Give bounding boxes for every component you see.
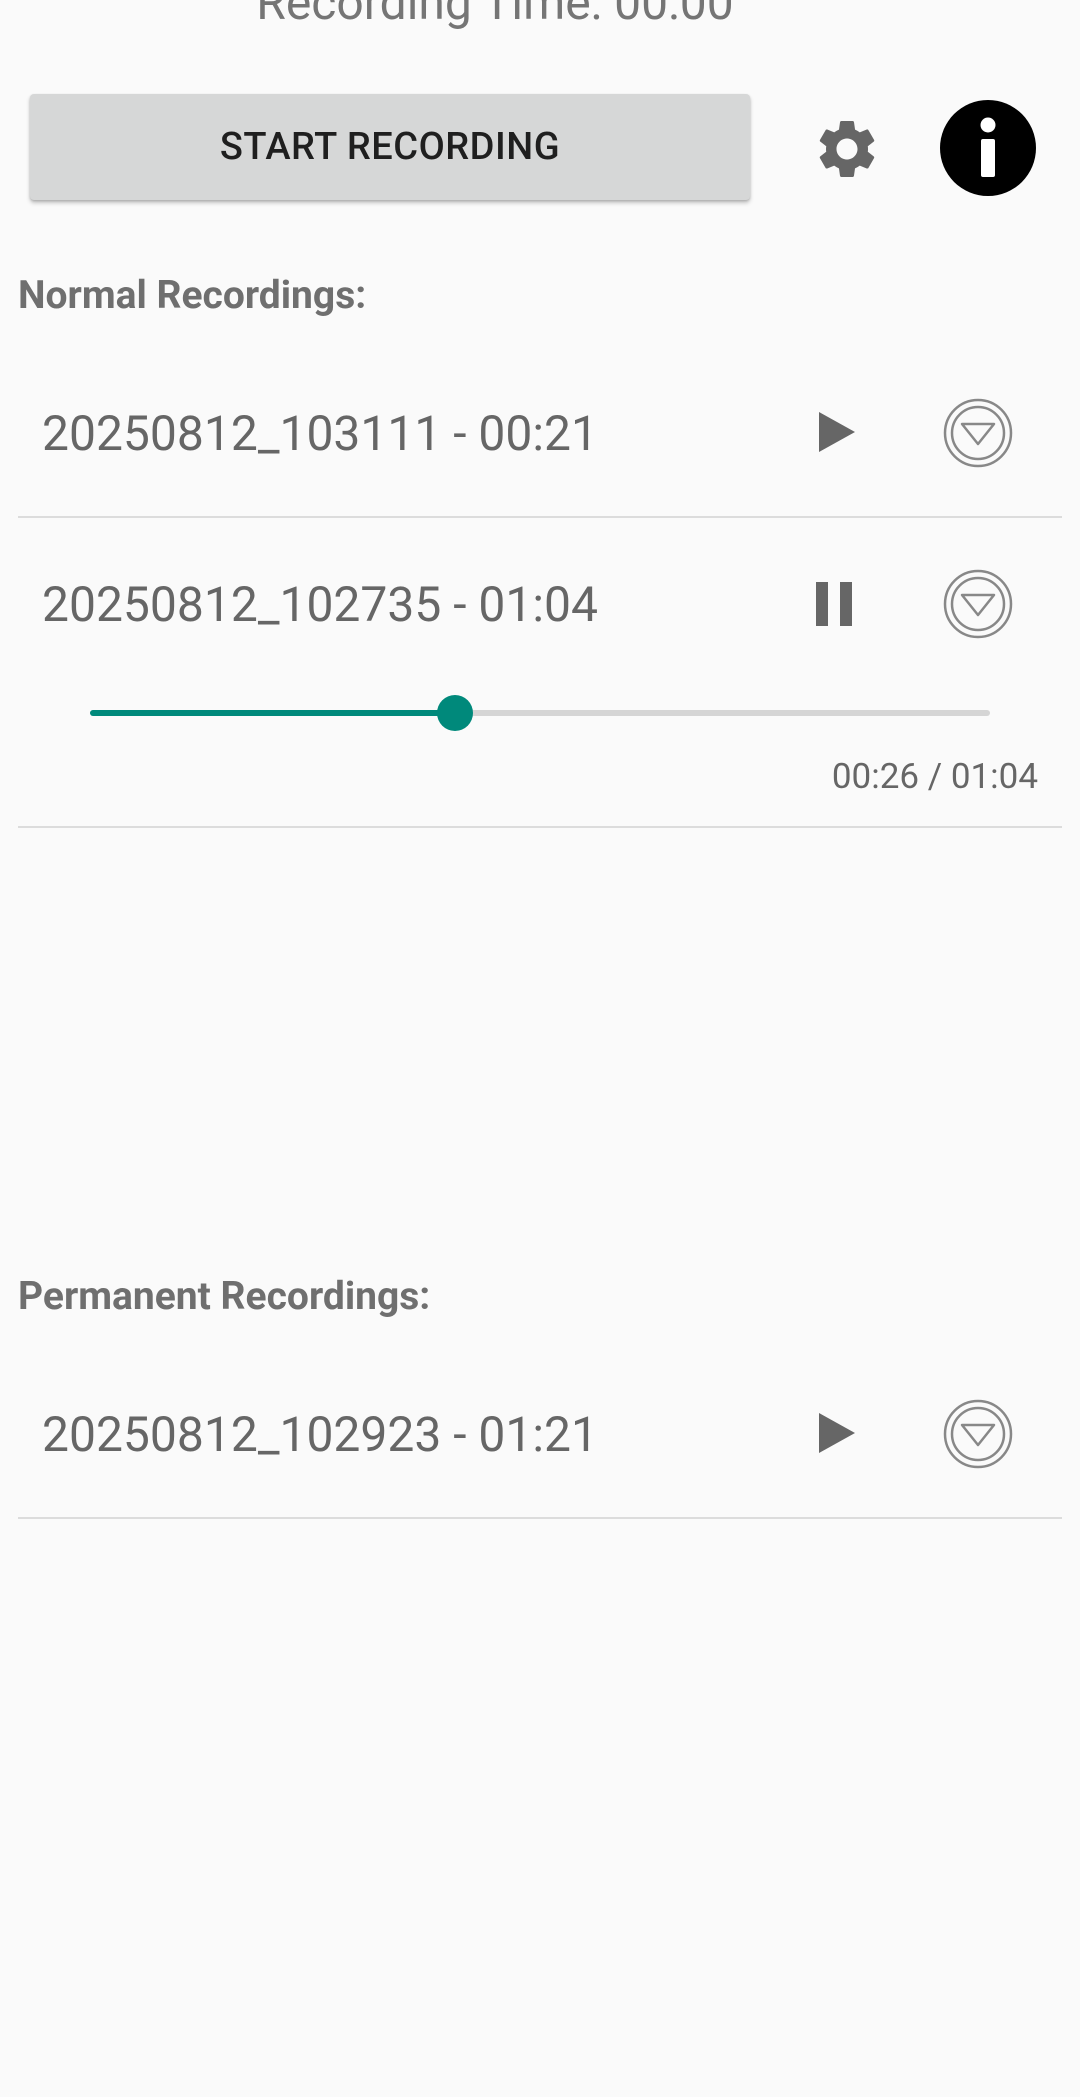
list-divider xyxy=(18,826,1062,828)
recording-title[interactable]: 20250812_102923 - 01:21 xyxy=(42,1406,598,1463)
normal-recordings-heading: Normal Recordings: xyxy=(18,272,367,318)
gear-icon[interactable] xyxy=(812,114,882,184)
permanent-recordings-heading: Permanent Recordings: xyxy=(18,1273,431,1319)
start-recording-button[interactable]: START RECORDING xyxy=(30,94,750,200)
play-icon[interactable] xyxy=(817,1411,857,1455)
recording-title[interactable]: 20250812_103111 - 00:21 xyxy=(42,405,598,462)
seek-slider[interactable] xyxy=(90,695,990,731)
list-divider xyxy=(18,516,1062,518)
recording-time-label: Recording Time: 00:00 xyxy=(256,0,734,31)
play-icon[interactable] xyxy=(817,410,857,454)
seek-thumb[interactable] xyxy=(437,695,474,731)
download-circle-icon[interactable] xyxy=(942,397,1014,469)
recording-title[interactable]: 20250812_102735 - 01:04 xyxy=(42,576,598,633)
download-circle-icon[interactable] xyxy=(942,568,1014,640)
download-circle-icon[interactable] xyxy=(942,1398,1014,1470)
seek-progress-fill xyxy=(90,710,456,716)
info-icon[interactable] xyxy=(940,100,1036,196)
playback-time-readout: 00:26 / 01:04 xyxy=(831,756,1038,797)
pause-icon[interactable] xyxy=(814,582,854,626)
list-divider xyxy=(18,1517,1062,1519)
